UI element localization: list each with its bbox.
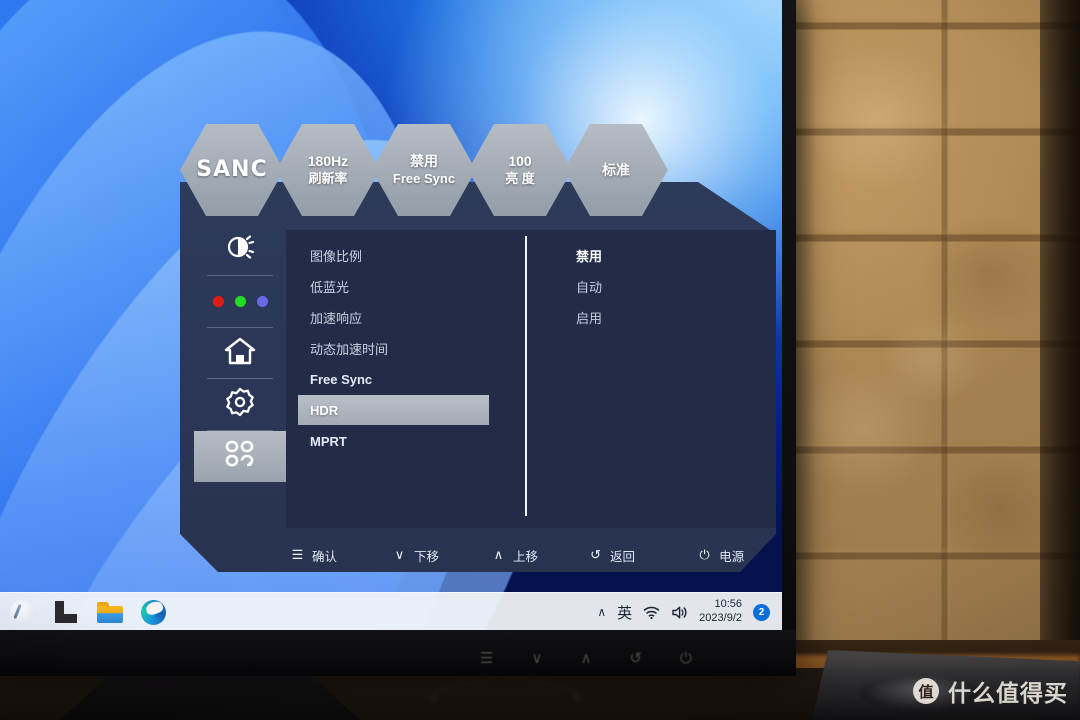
- status-label: 亮 度: [505, 170, 535, 186]
- ime-indicator[interactable]: 英: [617, 602, 632, 623]
- brightness-contrast-icon: [223, 230, 257, 269]
- status-value: 标准: [602, 161, 630, 178]
- footer-power[interactable]: ⏻ 电源: [697, 546, 744, 565]
- grid-refresh-icon: [224, 439, 256, 474]
- option-disabled[interactable]: 禁用: [576, 240, 736, 271]
- watermark: 值 什么值得买: [913, 674, 1068, 708]
- volume-icon[interactable]: [671, 605, 688, 620]
- footer-confirm[interactable]: ☰ 确认: [290, 546, 337, 565]
- status-hexagon-freesync: 禁用 Free Sync: [372, 124, 476, 216]
- footer-label: 确认: [312, 548, 338, 564]
- edge-browser-icon[interactable]: [140, 599, 167, 626]
- menu-item-mprt[interactable]: MPRT: [298, 426, 498, 456]
- sidebar-item-home[interactable]: [194, 328, 286, 379]
- footer-label: 返回: [610, 548, 636, 564]
- osd-status-strip: SANC 180Hz 刷新率 禁用 Free Sync 100 亮 度 标准: [180, 124, 776, 216]
- hw-down-button[interactable]: ∨: [531, 649, 542, 667]
- hw-menu-button[interactable]: ☰: [480, 649, 493, 667]
- osd-menu: SANC 180Hz 刷新率 禁用 Free Sync 100 亮 度 标准 图…: [180, 124, 776, 572]
- status-label: 刷新率: [308, 170, 348, 186]
- power-icon: ⏻: [699, 547, 710, 562]
- status-hexagon-brightness: 100 亮 度: [468, 124, 572, 216]
- watermark-text: 什么值得买: [948, 681, 1068, 707]
- sidebar-item-brightness-contrast[interactable]: [194, 224, 286, 275]
- osd-sidebar: [194, 224, 286, 482]
- footer-up[interactable]: ∧ 上移: [491, 546, 538, 565]
- search-circle-icon[interactable]: [8, 599, 35, 626]
- option-enabled[interactable]: 启用: [576, 302, 736, 333]
- footer-down[interactable]: ∨ 下移: [392, 546, 439, 565]
- status-value: 100: [508, 153, 532, 170]
- menu-item-hdr[interactable]: HDR: [298, 395, 489, 425]
- clock-time: 10:56: [714, 598, 742, 611]
- brick-wall-background: [793, 0, 1080, 652]
- hw-up-button[interactable]: ∧: [580, 649, 591, 667]
- status-hexagon-refresh-rate: 180Hz 刷新率: [276, 124, 380, 216]
- option-auto[interactable]: 自动: [576, 271, 736, 302]
- osd-menu-list: 图像比例 低蓝光 加速响应 动态加速时间 Free Sync HDR MPRT: [298, 240, 498, 457]
- back-arrow-icon: ↺: [590, 547, 601, 562]
- chevron-up-icon: ∧: [493, 547, 504, 562]
- sidebar-item-settings[interactable]: [194, 379, 286, 430]
- brand-logo: SANC: [196, 156, 268, 182]
- menu-icon: ☰: [291, 547, 304, 562]
- dark-wall-edge: [1040, 0, 1080, 720]
- notification-badge[interactable]: 2: [753, 603, 770, 621]
- taskbar-system-tray: ∧ 英 10:56 2023/9/2 2: [597, 598, 782, 626]
- home-icon: [224, 336, 256, 371]
- brand-hexagon: SANC: [180, 124, 284, 216]
- menu-item-image-ratio[interactable]: 图像比例: [298, 240, 498, 270]
- sidebar-item-color[interactable]: [194, 276, 286, 327]
- taskbar-clock[interactable]: 10:56 2023/9/2: [699, 598, 742, 626]
- watermark-logo-icon: 值: [913, 678, 939, 704]
- monitor-hardware-buttons: ☰ ∨ ∧ ↺ ⏻: [480, 646, 780, 670]
- footer-label: 电源: [719, 548, 745, 564]
- menu-item-free-sync[interactable]: Free Sync: [298, 364, 498, 394]
- footer-back[interactable]: ↺ 返回: [588, 546, 635, 565]
- menu-item-overdrive[interactable]: 加速响应: [298, 302, 498, 332]
- wifi-icon[interactable]: [643, 605, 660, 620]
- osd-vertical-divider: [525, 236, 527, 516]
- file-explorer-icon[interactable]: [96, 599, 123, 626]
- osd-footer: ☰ 确认 ∨ 下移 ∧ 上移 ↺ 返回 ⏻ 电源: [180, 538, 776, 572]
- menu-item-dynamic-overdrive[interactable]: 动态加速时间: [298, 333, 498, 363]
- sidebar-item-misc[interactable]: [194, 431, 286, 482]
- menu-item-low-blue-light[interactable]: 低蓝光: [298, 271, 498, 301]
- green-dot: [234, 295, 246, 307]
- status-value: 禁用: [410, 153, 438, 170]
- status-value: 180Hz: [307, 153, 349, 170]
- status-label: Free Sync: [392, 170, 456, 186]
- photo-scene: SANC 180Hz 刷新率 禁用 Free Sync 100 亮 度 标准 图…: [0, 0, 1080, 720]
- gear-icon: [225, 387, 255, 422]
- status-hexagon-preset: 标准: [564, 124, 668, 216]
- windows-taskbar: ∧ 英 10:56 2023/9/2 2: [0, 592, 782, 632]
- footer-label: 上移: [513, 548, 539, 564]
- tray-expand-chevron-icon[interactable]: ∧: [597, 605, 606, 619]
- blue-dot: [256, 295, 268, 307]
- osd-option-list: 禁用 自动 启用: [576, 240, 736, 333]
- rgb-dots-icon: [212, 295, 268, 307]
- taskbar-left-icons: [0, 599, 167, 626]
- chevron-down-icon: ∨: [394, 547, 405, 562]
- clock-date: 2023/9/2: [699, 612, 742, 624]
- monitor-screen: SANC 180Hz 刷新率 禁用 Free Sync 100 亮 度 标准 图…: [0, 0, 782, 632]
- red-dot: [212, 295, 224, 307]
- hw-power-button[interactable]: ⏻: [680, 650, 692, 667]
- hw-back-button[interactable]: ↺: [629, 649, 642, 667]
- footer-label: 下移: [414, 548, 440, 564]
- app-l-icon[interactable]: [52, 599, 79, 626]
